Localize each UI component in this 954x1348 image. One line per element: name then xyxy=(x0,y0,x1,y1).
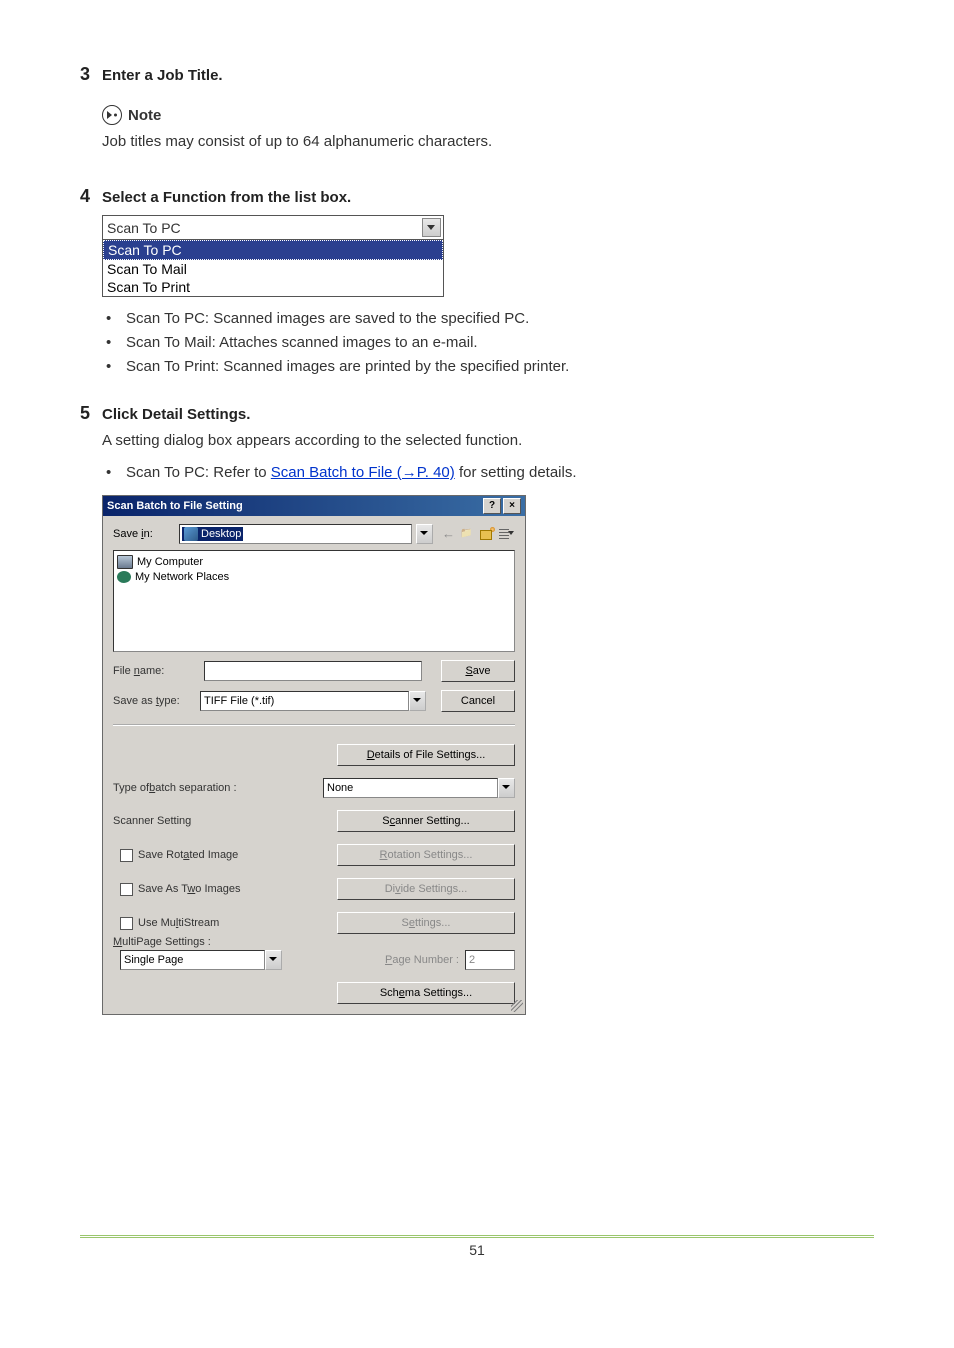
file-name-input[interactable] xyxy=(204,661,422,681)
page-number: 51 xyxy=(469,1242,485,1258)
step-5-number: 5 xyxy=(80,403,102,424)
rotation-settings-button: Rotation Settings... xyxy=(337,844,515,866)
step-5-body: A setting dialog box appears according t… xyxy=(102,430,874,451)
step-4-title: Select a Function from the list box. xyxy=(102,189,351,206)
use-multistream-checkbox[interactable] xyxy=(120,917,133,930)
bullet-suffix: for setting details. xyxy=(455,464,577,481)
save-rotated-label: Save Rotated Image xyxy=(138,849,238,861)
new-folder-icon[interactable] xyxy=(478,526,495,543)
page-footer: 51 xyxy=(80,1235,874,1258)
step-3-title: Enter a Job Title. xyxy=(102,67,223,84)
dropdown-item[interactable]: Scan To Print xyxy=(103,278,443,296)
batch-separation-label: Type of batch separation : xyxy=(113,782,323,794)
schema-settings-button[interactable]: Schema Settings... xyxy=(337,982,515,1004)
chevron-down-icon[interactable] xyxy=(409,691,426,711)
desktop-icon xyxy=(184,527,198,541)
bullet-prefix: Scan To PC: Refer to xyxy=(126,464,271,481)
use-multistream-label: Use MultiStream xyxy=(138,917,219,929)
save-in-label: Save in: xyxy=(113,528,179,540)
save-button[interactable]: Save xyxy=(441,660,515,682)
file-item-label: My Network Places xyxy=(135,571,229,583)
step-5-title: Click Detail Settings. xyxy=(102,406,250,423)
back-icon[interactable] xyxy=(440,526,457,543)
cancel-button[interactable]: Cancel xyxy=(441,690,515,712)
dropdown-item[interactable]: Scan To Mail xyxy=(103,260,443,278)
chevron-down-icon[interactable] xyxy=(265,950,282,970)
scan-batch-to-file-dialog: Scan Batch to File Setting ? × Save in: … xyxy=(102,495,526,1015)
scan-batch-to-file-link[interactable]: Scan Batch to File (→P. 40) xyxy=(271,464,455,481)
help-button[interactable]: ? xyxy=(483,498,501,514)
bullet-text: Scan To Mail: Attaches scanned images to… xyxy=(126,331,478,355)
file-item[interactable]: My Computer xyxy=(117,554,511,569)
file-browser-pane[interactable]: My Computer My Network Places xyxy=(113,550,515,652)
bullet-text: Scan To Print: Scanned images are printe… xyxy=(126,355,569,379)
up-folder-icon[interactable] xyxy=(459,526,476,543)
file-name-label: File name: xyxy=(113,665,185,677)
chevron-down-icon[interactable] xyxy=(498,778,515,798)
save-as-type-label: Save as type: xyxy=(113,695,185,707)
file-item-label: My Computer xyxy=(137,556,203,568)
multipage-select[interactable]: Single Page xyxy=(120,950,265,970)
note-label: Note xyxy=(128,107,161,124)
bullet: • xyxy=(102,461,126,485)
function-dropdown[interactable]: Scan To PC Scan To PC Scan To Mail Scan … xyxy=(102,215,444,297)
save-rotated-checkbox[interactable] xyxy=(120,849,133,862)
file-item[interactable]: My Network Places xyxy=(117,569,511,584)
view-menu-icon[interactable] xyxy=(497,526,514,543)
dialog-title: Scan Batch to File Setting xyxy=(107,500,243,512)
save-as-type-select[interactable]: TIFF File (*.tif) xyxy=(200,691,409,711)
computer-icon xyxy=(117,555,133,569)
chevron-down-icon[interactable] xyxy=(416,524,433,544)
bullet: • xyxy=(102,307,126,331)
multipage-settings-label: MultiPage Settings : xyxy=(113,936,515,948)
divide-settings-button: Divide Settings... xyxy=(337,878,515,900)
scanner-setting-button[interactable]: Scanner Setting... xyxy=(337,810,515,832)
function-dropdown-value: Scan To PC xyxy=(107,220,181,236)
details-of-file-settings-button[interactable]: Details of File Settings... xyxy=(337,744,515,766)
note-icon xyxy=(102,105,122,125)
scanner-setting-label: Scanner Setting xyxy=(113,815,337,827)
page-number-value: 2 xyxy=(465,950,515,970)
page-number-label: Page Number : xyxy=(385,954,459,966)
dropdown-item[interactable]: Scan To PC xyxy=(103,240,443,260)
close-button[interactable]: × xyxy=(503,498,521,514)
page-number-stepper: 2 xyxy=(465,950,515,970)
chevron-down-icon[interactable] xyxy=(422,218,441,237)
save-two-images-label: Save As Two Images xyxy=(138,883,241,895)
bullet: • xyxy=(102,331,126,355)
save-in-select[interactable]: Desktop xyxy=(179,524,412,544)
save-in-value: Desktop xyxy=(201,528,241,540)
step-4-number: 4 xyxy=(80,186,102,207)
function-dropdown-list: Scan To PC Scan To Mail Scan To Print xyxy=(103,240,443,296)
note-text: Job titles may consist of up to 64 alpha… xyxy=(102,131,874,152)
bullet: • xyxy=(102,355,126,379)
network-icon xyxy=(117,571,131,583)
bullet-text: Scan To PC: Scanned images are saved to … xyxy=(126,307,529,331)
settings-button: Settings... xyxy=(337,912,515,934)
resize-grip-icon[interactable] xyxy=(511,1000,523,1012)
batch-separation-select[interactable]: None xyxy=(323,778,498,798)
step-3-number: 3 xyxy=(80,64,102,85)
save-two-images-checkbox[interactable] xyxy=(120,883,133,896)
bullet-text: Scan To PC: Refer to Scan Batch to File … xyxy=(126,461,577,485)
